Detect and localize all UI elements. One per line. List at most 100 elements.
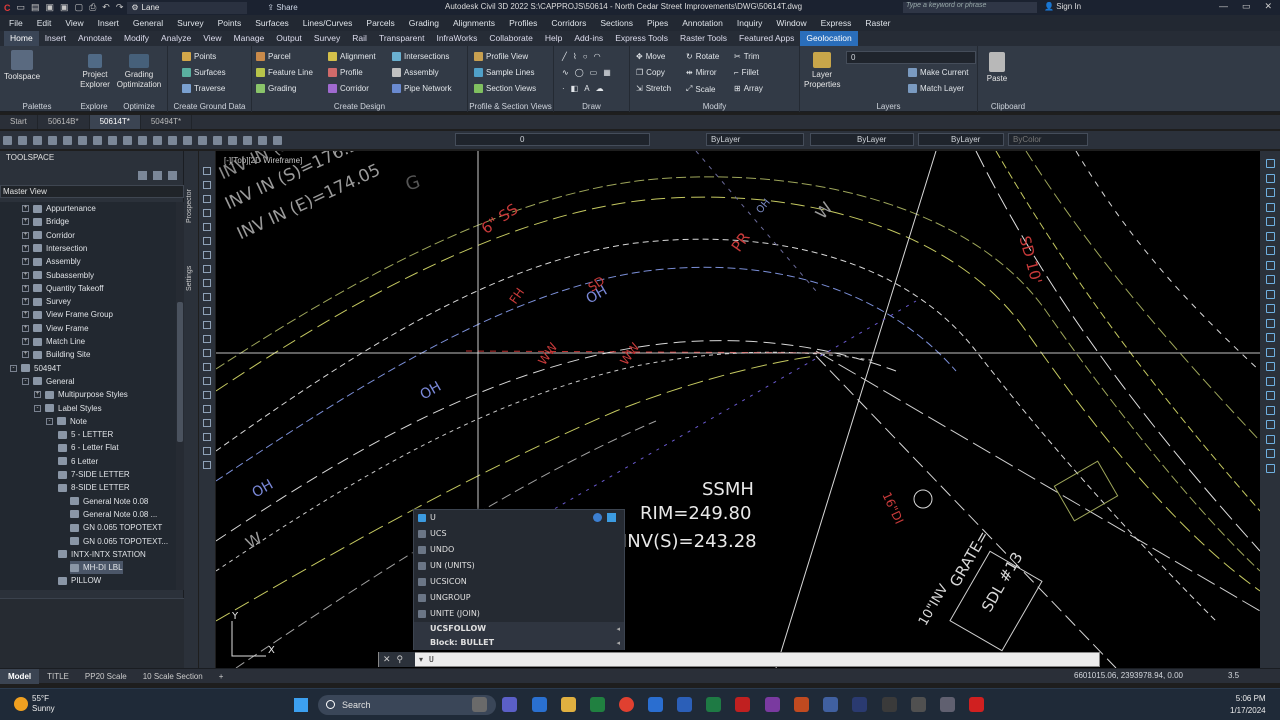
- annotation-scale[interactable]: 3.5: [1228, 671, 1239, 680]
- pan-icon[interactable]: [168, 135, 177, 145]
- menu-item-express[interactable]: Express: [814, 18, 859, 28]
- acrobat-icon[interactable]: [735, 697, 750, 712]
- line-icon[interactable]: ╱: [562, 52, 567, 61]
- add-layout-button[interactable]: +: [211, 669, 232, 684]
- modify-tool-icon[interactable]: [1266, 289, 1275, 299]
- expand-icon[interactable]: +: [22, 218, 29, 226]
- civil3d-taskbar-icon[interactable]: [823, 697, 838, 712]
- ribbon-tab-add-ins[interactable]: Add-ins: [568, 31, 609, 46]
- help-search-input[interactable]: Type a keyword or phrase: [903, 2, 1037, 13]
- tree-item[interactable]: + Subassembly: [22, 269, 94, 282]
- ribbon-tab-infraworks[interactable]: InfraWorks: [430, 31, 483, 46]
- expand-icon[interactable]: +: [22, 258, 29, 266]
- expand-icon[interactable]: +: [22, 205, 29, 212]
- layout-tab[interactable]: Model: [0, 668, 40, 684]
- tree-item[interactable]: + Corridor: [22, 229, 75, 242]
- document-tab[interactable]: 50614T*: [89, 115, 141, 129]
- layer-properties-button[interactable]: Layer Properties: [804, 52, 840, 90]
- app-icon[interactable]: [940, 697, 955, 712]
- autocomplete-item[interactable]: UNGROUP: [414, 590, 624, 606]
- mirror-button[interactable]: ⇹ Mirror: [686, 68, 717, 77]
- draw-tool-icon[interactable]: [203, 391, 211, 399]
- draw-tool-icon[interactable]: [203, 195, 211, 203]
- modify-tool-icon[interactable]: [1266, 420, 1275, 429]
- coordinates-readout[interactable]: 6601015.06, 2393978.94, 0.00: [1074, 671, 1183, 680]
- trim-button[interactable]: ✂ Trim: [734, 52, 759, 61]
- design-center-icon[interactable]: [243, 135, 252, 145]
- traverse-button[interactable]: Traverse: [182, 84, 225, 93]
- minimize-icon[interactable]: —: [1219, 1, 1228, 12]
- tree-item[interactable]: + Building Site: [22, 348, 90, 361]
- modify-tool-icon[interactable]: [1266, 391, 1275, 400]
- expand-icon[interactable]: +: [34, 391, 41, 399]
- matchprop-icon[interactable]: [123, 135, 132, 145]
- toolspace-button[interactable]: Toolspace: [4, 50, 40, 82]
- menu-item-alignments[interactable]: Alignments: [446, 18, 502, 28]
- internet-search-icon[interactable]: [607, 513, 616, 522]
- draw-tool-icon[interactable]: [203, 447, 211, 455]
- menu-item-insert[interactable]: Insert: [91, 18, 126, 28]
- modify-tool-icon[interactable]: [1266, 347, 1275, 357]
- draw-tools-row2[interactable]: ∿ ◯ ▭ ▦: [562, 68, 611, 77]
- tree-item[interactable]: + View Frame: [22, 322, 89, 335]
- draw-tools-row1[interactable]: ╱ ⌇ ○ ◠: [562, 52, 601, 61]
- expand-icon[interactable]: +: [22, 324, 29, 332]
- menu-item-window[interactable]: Window: [769, 18, 813, 28]
- assembly-button[interactable]: Assembly: [392, 68, 439, 77]
- modify-tool-icon[interactable]: [1266, 405, 1275, 415]
- draw-label[interactable]: Draw: [554, 102, 629, 111]
- ribbon-tab-modify[interactable]: Modify: [118, 31, 155, 46]
- modify-tool-icon[interactable]: [1266, 434, 1275, 444]
- layout-tab[interactable]: PP20 Scale: [77, 669, 135, 684]
- collapse-icon[interactable]: -: [46, 417, 53, 425]
- palettes-group-label[interactable]: Palettes: [0, 102, 74, 111]
- zoom-window-icon[interactable]: [198, 135, 207, 145]
- autocomplete-submenu[interactable]: Block: BULLET: [414, 636, 624, 650]
- text-icon[interactable]: A: [584, 84, 589, 93]
- point-icon[interactable]: ·: [562, 84, 565, 93]
- rotate-button[interactable]: ↻ Rotate: [686, 52, 719, 61]
- tree-item[interactable]: + Assembly: [22, 255, 81, 268]
- help-icon[interactable]: [273, 135, 282, 145]
- ribbon-tab-transparent[interactable]: Transparent: [373, 31, 431, 46]
- redo-icon[interactable]: ↷: [116, 2, 124, 13]
- command-prompt-icon[interactable]: ▾: [415, 655, 423, 664]
- menu-item-points[interactable]: Points: [211, 18, 249, 28]
- modify-tool-icon[interactable]: [1266, 173, 1275, 183]
- edge-icon[interactable]: [648, 697, 663, 712]
- ellipse-icon[interactable]: ◯: [575, 68, 584, 77]
- tree-item[interactable]: + Multipurpose Styles: [34, 388, 128, 401]
- autocomplete-submenu[interactable]: UCSFOLLOW: [414, 622, 624, 636]
- layer-control-dropdown[interactable]: 0: [455, 133, 650, 146]
- draw-tool-icon[interactable]: [203, 363, 211, 371]
- stretch-button[interactable]: ⇲ Stretch: [636, 84, 671, 93]
- draw-tool-icon[interactable]: [203, 419, 211, 427]
- menu-item-profiles[interactable]: Profiles: [502, 18, 544, 28]
- tree-item[interactable]: - Label Styles: [34, 402, 102, 415]
- modify-tool-icon[interactable]: [1266, 246, 1275, 255]
- draw-tool-icon[interactable]: [203, 307, 211, 315]
- ribbon-tab-view[interactable]: View: [197, 31, 227, 46]
- modify-tool-icon[interactable]: [1266, 231, 1275, 241]
- draw-tool-icon[interactable]: [203, 209, 211, 217]
- profile-section-label[interactable]: Profile & Section Views: [468, 102, 553, 111]
- tree-item[interactable]: 6 - Letter Flat: [58, 441, 119, 454]
- copy-tb-icon[interactable]: [93, 135, 102, 145]
- parcel-button[interactable]: Parcel: [256, 52, 291, 61]
- create-design-label[interactable]: Create Design: [252, 102, 467, 111]
- zoom-previous-icon[interactable]: [213, 135, 222, 145]
- fillet-button[interactable]: ⌐ Fillet: [734, 68, 759, 77]
- draw-tool-icon[interactable]: [203, 405, 211, 413]
- grading-button[interactable]: Grading: [256, 84, 296, 93]
- document-tab[interactable]: 50494T*: [141, 115, 193, 129]
- modify-tool-icon[interactable]: [1266, 449, 1275, 458]
- toolspace-toggle-icon[interactable]: [138, 171, 147, 180]
- polyline-icon[interactable]: ⌇: [573, 52, 577, 61]
- modify-tool-icon[interactable]: [1266, 260, 1275, 270]
- toolspace-options-icon[interactable]: [168, 171, 177, 180]
- modify-tool-icon[interactable]: [1266, 159, 1275, 168]
- modify-tool-icon[interactable]: [1266, 376, 1275, 386]
- app-menu-icon[interactable]: C: [4, 3, 11, 13]
- tree-item[interactable]: + Quantity Takeoff: [22, 282, 104, 295]
- tree-item[interactable]: MH-DI LBL: [70, 561, 123, 575]
